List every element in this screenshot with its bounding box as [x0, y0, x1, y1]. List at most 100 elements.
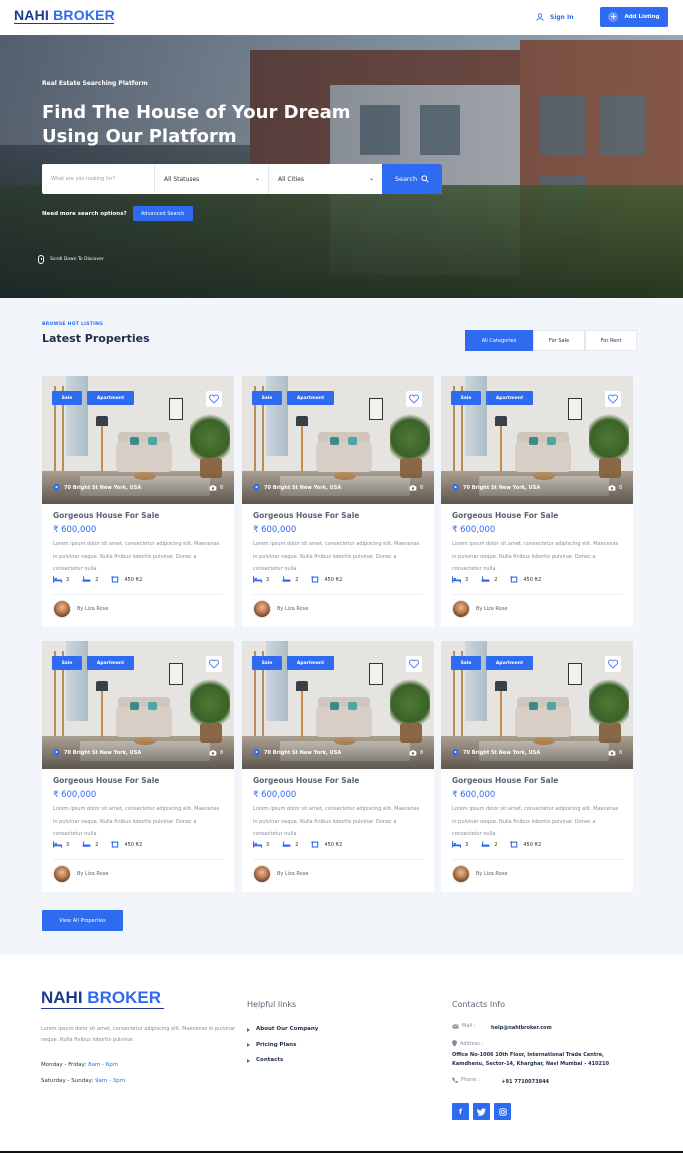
bed-icon: [253, 576, 262, 583]
property-photo[interactable]: Sale Apartment 70 Bright St New York, US…: [42, 641, 234, 769]
tab-for-sale[interactable]: For Sale: [533, 330, 585, 351]
footer-logo[interactable]: NAHI BROKER: [41, 988, 161, 1008]
agent-info[interactable]: By Liza Rose: [53, 600, 108, 618]
site-logo[interactable]: NAHI BROKER: [14, 7, 115, 23]
property-title[interactable]: Gorgeous House For Sale: [253, 776, 359, 785]
city-select[interactable]: All Cities ⌄: [269, 164, 382, 194]
property-card[interactable]: Sale Apartment 70 Bright St New York, US…: [441, 376, 633, 627]
favorite-button[interactable]: [605, 656, 621, 672]
property-price: ₹ 600,000: [253, 525, 297, 535]
property-photo[interactable]: Sale Apartment 70 Bright St New York, US…: [441, 376, 633, 504]
agent-info[interactable]: By Liza Rose: [253, 865, 308, 883]
property-title[interactable]: Gorgeous House For Sale: [53, 776, 159, 785]
favorite-button[interactable]: [406, 656, 422, 672]
property-title[interactable]: Gorgeous House For Sale: [53, 511, 159, 520]
property-title[interactable]: Gorgeous House For Sale: [452, 776, 558, 785]
search-button-label: Search: [394, 175, 418, 183]
photo-count[interactable]: 8: [608, 485, 622, 491]
bed-icon: [53, 841, 62, 848]
beds-value: 3: [266, 576, 270, 583]
status-badge[interactable]: Sale: [451, 391, 481, 405]
photo-frame: [369, 663, 383, 685]
property-card[interactable]: Sale Apartment 70 Bright St New York, US…: [242, 641, 434, 892]
property-price: ₹ 600,000: [452, 525, 496, 535]
status-badge[interactable]: Sale: [252, 391, 282, 405]
agent-info[interactable]: By Liza Rose: [452, 600, 507, 618]
tab-for-rent[interactable]: For Rent: [585, 330, 637, 351]
property-photo[interactable]: Sale Apartment 70 Bright St New York, US…: [242, 376, 434, 504]
type-badge[interactable]: Apartment: [87, 656, 134, 670]
advanced-search-button[interactable]: Advanced Search: [132, 206, 193, 221]
location-pin-icon: [253, 749, 260, 757]
property-card[interactable]: Sale Apartment 70 Bright St New York, US…: [42, 376, 234, 627]
weekend-label: Saturday - Sunday:: [41, 1078, 94, 1084]
logo-text-part2: BROKER: [53, 7, 115, 23]
photo-sofa: [316, 442, 372, 472]
search-button[interactable]: Search: [382, 164, 442, 194]
contact-email[interactable]: help@nahibroker.com: [491, 1025, 552, 1031]
sign-in-link[interactable]: Sign In: [536, 11, 574, 23]
facebook-icon[interactable]: f: [452, 1103, 469, 1120]
feature-beds: 3: [53, 841, 69, 848]
heart-icon: [608, 659, 618, 669]
status-badge[interactable]: Sale: [252, 656, 282, 670]
tab-all-categories[interactable]: All Categories: [465, 330, 533, 351]
area-icon: [311, 841, 319, 848]
status-select[interactable]: All Statuses ⌄: [155, 164, 269, 194]
photo-cushion: [547, 702, 556, 710]
photo-count[interactable]: 8: [209, 750, 223, 756]
type-badge[interactable]: Apartment: [87, 391, 134, 405]
favorite-button[interactable]: [206, 391, 222, 407]
scroll-down-hint[interactable]: Scroll Down To Discover: [38, 255, 104, 264]
footer-link-pricing[interactable]: Pricing Plans: [247, 1038, 318, 1054]
contact-phone[interactable]: +91 7710073844: [501, 1079, 549, 1085]
property-card[interactable]: Sale Apartment 70 Bright St New York, US…: [242, 376, 434, 627]
keyword-search-input[interactable]: What are you looking for?: [42, 164, 155, 194]
add-listing-button[interactable]: + Add Listing: [600, 7, 668, 27]
status-badge[interactable]: Sale: [451, 656, 481, 670]
type-badge[interactable]: Apartment: [287, 656, 334, 670]
bed-icon: [253, 841, 262, 848]
photo-count[interactable]: 8: [608, 750, 622, 756]
area-icon: [510, 576, 518, 583]
avatar: [53, 600, 71, 618]
instagram-icon[interactable]: [494, 1103, 511, 1120]
property-card[interactable]: Sale Apartment 70 Bright St New York, US…: [441, 641, 633, 892]
property-title[interactable]: Gorgeous House For Sale: [253, 511, 359, 520]
view-all-properties-button[interactable]: View All Properties: [42, 910, 123, 931]
agent-info[interactable]: By Liza Rose: [253, 600, 308, 618]
twitter-icon[interactable]: [473, 1103, 490, 1120]
property-photo[interactable]: Sale Apartment 70 Bright St New York, US…: [242, 641, 434, 769]
photo-count-value: 8: [420, 750, 424, 756]
status-select-value: All Statuses: [164, 175, 200, 183]
photo-count[interactable]: 8: [209, 485, 223, 491]
status-badge[interactable]: Sale: [52, 391, 82, 405]
agent-info[interactable]: By Liza Rose: [53, 865, 108, 883]
footer-link-contacts[interactable]: Contacts: [247, 1053, 318, 1069]
advanced-search-row: Need more search options? Advanced Searc…: [42, 206, 193, 221]
contact-address: Office No-1006 10th Floor, International…: [452, 1052, 609, 1067]
caret-right-icon: [247, 1058, 250, 1063]
photo-count[interactable]: 8: [409, 750, 423, 756]
photo-lamp: [96, 416, 108, 426]
camera-icon: [209, 750, 217, 756]
status-badge[interactable]: Sale: [52, 656, 82, 670]
photo-count[interactable]: 8: [409, 485, 423, 491]
footer-link-about[interactable]: About Our Company: [247, 1022, 318, 1038]
type-badge[interactable]: Apartment: [486, 391, 533, 405]
weekday-label: Monday - Friday:: [41, 1062, 87, 1068]
property-photo[interactable]: Sale Apartment 70 Bright St New York, US…: [441, 641, 633, 769]
contacts-info-title: Contacts Info: [452, 1000, 505, 1009]
agent-name: By Liza Rose: [476, 606, 508, 612]
favorite-button[interactable]: [406, 391, 422, 407]
property-title[interactable]: Gorgeous House For Sale: [452, 511, 558, 520]
area-icon: [111, 841, 119, 848]
type-badge[interactable]: Apartment: [486, 656, 533, 670]
favorite-button[interactable]: [605, 391, 621, 407]
favorite-button[interactable]: [206, 656, 222, 672]
photo-sofa: [116, 707, 172, 737]
property-card[interactable]: Sale Apartment 70 Bright St New York, US…: [42, 641, 234, 892]
agent-info[interactable]: By Liza Rose: [452, 865, 507, 883]
property-photo[interactable]: Sale Apartment 70 Bright St New York, US…: [42, 376, 234, 504]
type-badge[interactable]: Apartment: [287, 391, 334, 405]
